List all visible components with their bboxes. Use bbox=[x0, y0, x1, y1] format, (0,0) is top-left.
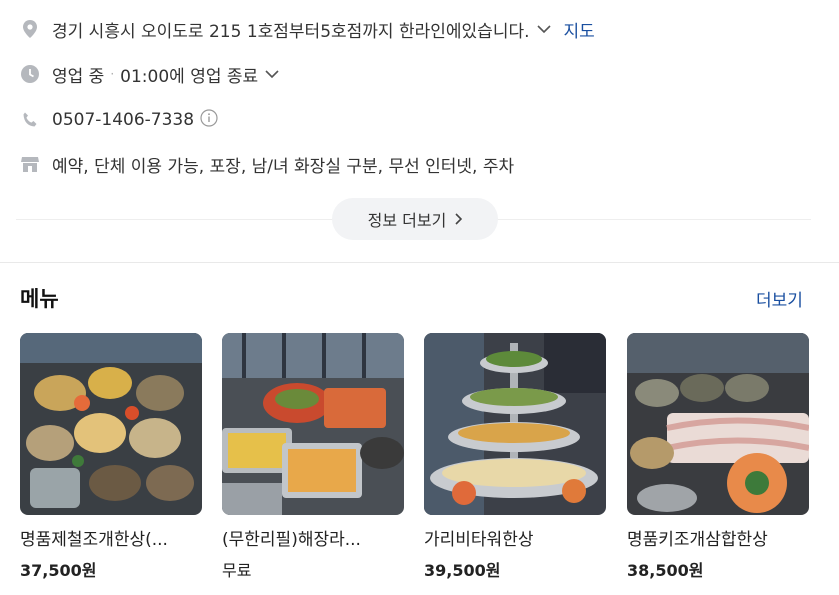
section-divider bbox=[0, 262, 839, 263]
clock-icon bbox=[20, 64, 40, 84]
menu-item-image[interactable] bbox=[424, 333, 606, 515]
menu-card[interactable]: 명품제철조개한상(... 37,500원 bbox=[20, 333, 202, 581]
amenities-row: 예약, 단체 이용 가능, 포장, 남/녀 화장실 구분, 무선 인터넷, 주차 bbox=[20, 151, 514, 177]
amenities-text: 예약, 단체 이용 가능, 포장, 남/녀 화장실 구분, 무선 인터넷, 주차 bbox=[52, 156, 515, 177]
hours-close-text: 01:00에 영업 종료 bbox=[120, 66, 259, 87]
phone-icon bbox=[20, 110, 40, 130]
store-icon bbox=[20, 154, 40, 174]
menu-item-name[interactable]: 명품키조개삼합한상 bbox=[627, 525, 809, 550]
phone-row: 0507-1406-7338 bbox=[20, 107, 218, 133]
menu-more-link[interactable]: 더보기 bbox=[756, 286, 803, 311]
menu-item-price: 37,500원 bbox=[20, 561, 97, 580]
map-link[interactable]: 지도 bbox=[564, 17, 595, 42]
address-row: 경기 시흥시 오이도로 215 1호점부터5호점까지 한라인에있습니다. 지도 bbox=[20, 16, 595, 42]
chevron-right-icon bbox=[455, 213, 463, 225]
menu-card[interactable]: 명품키조개삼합한상 38,500원 bbox=[627, 333, 809, 581]
menu-item-price: 39,500원 bbox=[424, 561, 501, 580]
menu-card[interactable]: (무한리필)해장라... 무료 bbox=[222, 333, 404, 581]
menu-item-name[interactable]: 가리비타워한상 bbox=[424, 525, 606, 550]
menu-item-name[interactable]: (무한리필)해장라... bbox=[222, 525, 404, 550]
more-info-label: 정보 더보기 bbox=[367, 211, 447, 230]
menu-section-title: 메뉴 bbox=[20, 287, 59, 311]
more-info-button[interactable]: 정보 더보기 bbox=[332, 198, 498, 240]
address-text: 경기 시흥시 오이도로 215 1호점부터5호점까지 한라인에있습니다. bbox=[52, 21, 530, 42]
hours-status: 영업 중 bbox=[52, 66, 105, 87]
menu-item-image[interactable] bbox=[222, 333, 404, 515]
chevron-down-icon[interactable] bbox=[264, 64, 280, 84]
chevron-down-icon[interactable] bbox=[536, 19, 552, 39]
menu-item-price: 38,500원 bbox=[627, 561, 704, 580]
menu-card[interactable]: 가리비타워한상 39,500원 bbox=[424, 333, 606, 581]
location-pin-icon bbox=[20, 19, 40, 39]
menu-item-price: 무료 bbox=[222, 561, 252, 580]
menu-item-image[interactable] bbox=[627, 333, 809, 515]
hours-row: 영업 중 · 01:00에 영업 종료 bbox=[20, 61, 280, 87]
info-icon[interactable] bbox=[200, 108, 218, 132]
hours-separator: · bbox=[110, 67, 115, 81]
menu-item-name[interactable]: 명품제철조개한상(... bbox=[20, 525, 202, 550]
phone-number[interactable]: 0507-1406-7338 bbox=[52, 110, 194, 130]
menu-item-image[interactable] bbox=[20, 333, 202, 515]
